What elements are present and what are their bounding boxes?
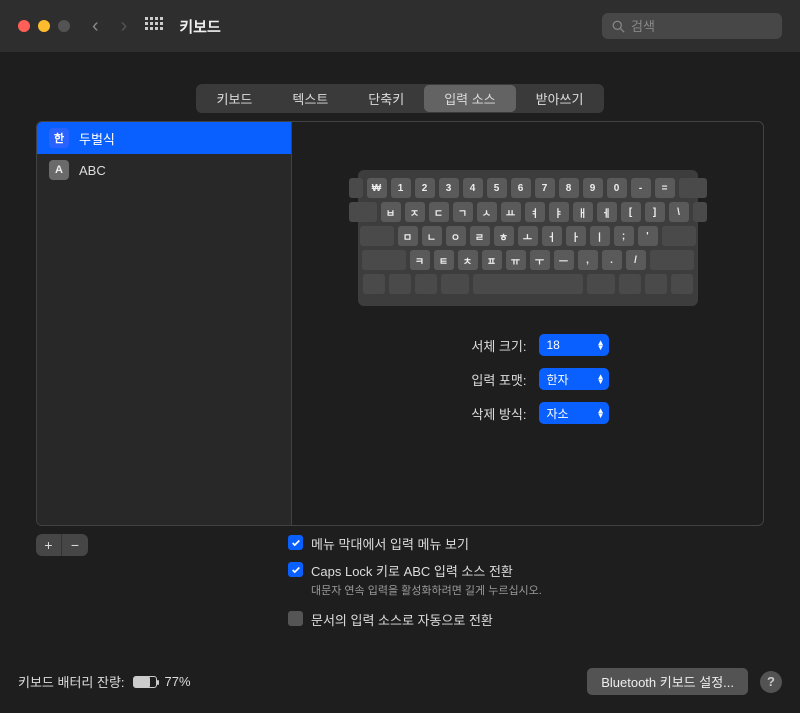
spacebar <box>473 274 583 294</box>
window-controls <box>18 20 70 32</box>
key: 1 <box>391 178 411 198</box>
key: 3 <box>439 178 459 198</box>
input-format-label: 입력 포맷: <box>447 370 527 389</box>
chevron-updown-icon: ▲▼ <box>597 340 605 350</box>
forward-button[interactable]: › <box>121 15 128 38</box>
search-input[interactable] <box>631 19 772 34</box>
tab-bar: 키보드텍스트단축키입력 소스받아쓰기 <box>196 84 605 113</box>
key: ㅡ <box>554 250 574 270</box>
close-button[interactable] <box>18 20 30 32</box>
battery-icon <box>133 676 157 688</box>
input-source-label: 두벌식 <box>79 129 115 148</box>
battery-percent: 77% <box>165 674 191 689</box>
input-sources-list: 한 두벌식 A ABC <box>37 122 292 525</box>
key: 0 <box>607 178 627 198</box>
key: ㅇ <box>446 226 466 246</box>
preview-pane: ₩1234567890-= ㅂㅈㄷㄱㅅㅛㅕㅑㅐㅔ[]\ ㅁㄴㅇㄹㅎㅗㅓㅏㅣ;' ㅋㅌㅊ… <box>292 122 763 525</box>
key: - <box>631 178 651 198</box>
key: ㅣ <box>590 226 610 246</box>
key: , <box>578 250 598 270</box>
key: ㅠ <box>506 250 526 270</box>
key: ㅋ <box>410 250 430 270</box>
input-format-select[interactable]: 한자▲▼ <box>539 368 609 390</box>
font-size-label: 서체 크기: <box>447 336 527 355</box>
delete-mode-label: 삭제 방식: <box>447 404 527 423</box>
tab-4[interactable]: 받아쓰기 <box>516 85 604 112</box>
key: 2 <box>415 178 435 198</box>
key: ㄱ <box>453 202 473 222</box>
key: ] <box>645 202 665 222</box>
tab-3[interactable]: 입력 소스 <box>424 85 515 112</box>
key: 5 <box>487 178 507 198</box>
key: 7 <box>535 178 555 198</box>
key: ㅕ <box>525 202 545 222</box>
key: ㅈ <box>405 202 425 222</box>
key: / <box>626 250 646 270</box>
apps-grid-icon[interactable] <box>145 17 163 35</box>
caps-lock-checkbox[interactable] <box>288 562 303 577</box>
key: ㅓ <box>542 226 562 246</box>
key: ㅍ <box>482 250 502 270</box>
chevron-updown-icon: ▲▼ <box>597 374 605 384</box>
remove-source-button[interactable]: − <box>62 534 88 556</box>
key: . <box>602 250 622 270</box>
key: ㅗ <box>518 226 538 246</box>
window-title: 키보드 <box>179 16 220 37</box>
delete-mode-select[interactable]: 자소▲▼ <box>539 402 609 424</box>
key: ㄴ <box>422 226 442 246</box>
tab-0[interactable]: 키보드 <box>197 85 273 112</box>
key: 9 <box>583 178 603 198</box>
minimize-button[interactable] <box>38 20 50 32</box>
input-source-item[interactable]: A ABC <box>37 154 291 186</box>
key: ㄹ <box>470 226 490 246</box>
key: ㅂ <box>381 202 401 222</box>
key: = <box>655 178 675 198</box>
key: \ <box>669 202 689 222</box>
key: ㅑ <box>549 202 569 222</box>
key: ㅊ <box>458 250 478 270</box>
add-source-button[interactable]: + <box>36 534 62 556</box>
key: 4 <box>463 178 483 198</box>
search-icon <box>612 20 625 33</box>
key: ㅜ <box>530 250 550 270</box>
key: ㅎ <box>494 226 514 246</box>
key: ㅐ <box>573 202 593 222</box>
show-input-menu-checkbox[interactable] <box>288 535 303 550</box>
abc-badge-icon: A <box>49 160 69 180</box>
key: ㅔ <box>597 202 617 222</box>
key: 8 <box>559 178 579 198</box>
auto-switch-label: 문서의 입력 소스로 자동으로 전환 <box>311 610 493 629</box>
help-button[interactable]: ? <box>760 671 782 693</box>
hangul-badge-icon: 한 <box>49 128 69 148</box>
back-button[interactable]: ‹ <box>92 15 99 38</box>
input-source-item[interactable]: 한 두벌식 <box>37 122 291 154</box>
bluetooth-keyboard-button[interactable]: Bluetooth 키보드 설정... <box>587 668 748 695</box>
caps-lock-hint: 대문자 연속 입력을 활성화하려면 길게 누르십시오. <box>311 582 542 598</box>
key: ₩ <box>367 178 387 198</box>
tab-2[interactable]: 단축키 <box>348 85 424 112</box>
maximize-button <box>58 20 70 32</box>
key: [ <box>621 202 641 222</box>
key: ㅏ <box>566 226 586 246</box>
show-input-menu-label: 메뉴 막대에서 입력 메뉴 보기 <box>311 534 469 553</box>
key: ' <box>638 226 658 246</box>
search-field[interactable] <box>602 13 782 39</box>
key: ㅅ <box>477 202 497 222</box>
key: ; <box>614 226 634 246</box>
font-size-select[interactable]: 18▲▼ <box>539 334 609 356</box>
auto-switch-checkbox[interactable] <box>288 611 303 626</box>
tab-1[interactable]: 텍스트 <box>272 85 348 112</box>
battery-label: 키보드 배터리 잔량: <box>18 672 125 691</box>
caps-lock-label: Caps Lock 키로 ABC 입력 소스 전환 <box>311 561 513 580</box>
chevron-updown-icon: ▲▼ <box>597 408 605 418</box>
key: ㅌ <box>434 250 454 270</box>
key: 6 <box>511 178 531 198</box>
key: ㄷ <box>429 202 449 222</box>
key: ㅁ <box>398 226 418 246</box>
key: ㅛ <box>501 202 521 222</box>
input-source-label: ABC <box>79 163 106 178</box>
keyboard-preview: ₩1234567890-= ㅂㅈㄷㄱㅅㅛㅕㅑㅐㅔ[]\ ㅁㄴㅇㄹㅎㅗㅓㅏㅣ;' ㅋㅌㅊ… <box>358 170 698 306</box>
